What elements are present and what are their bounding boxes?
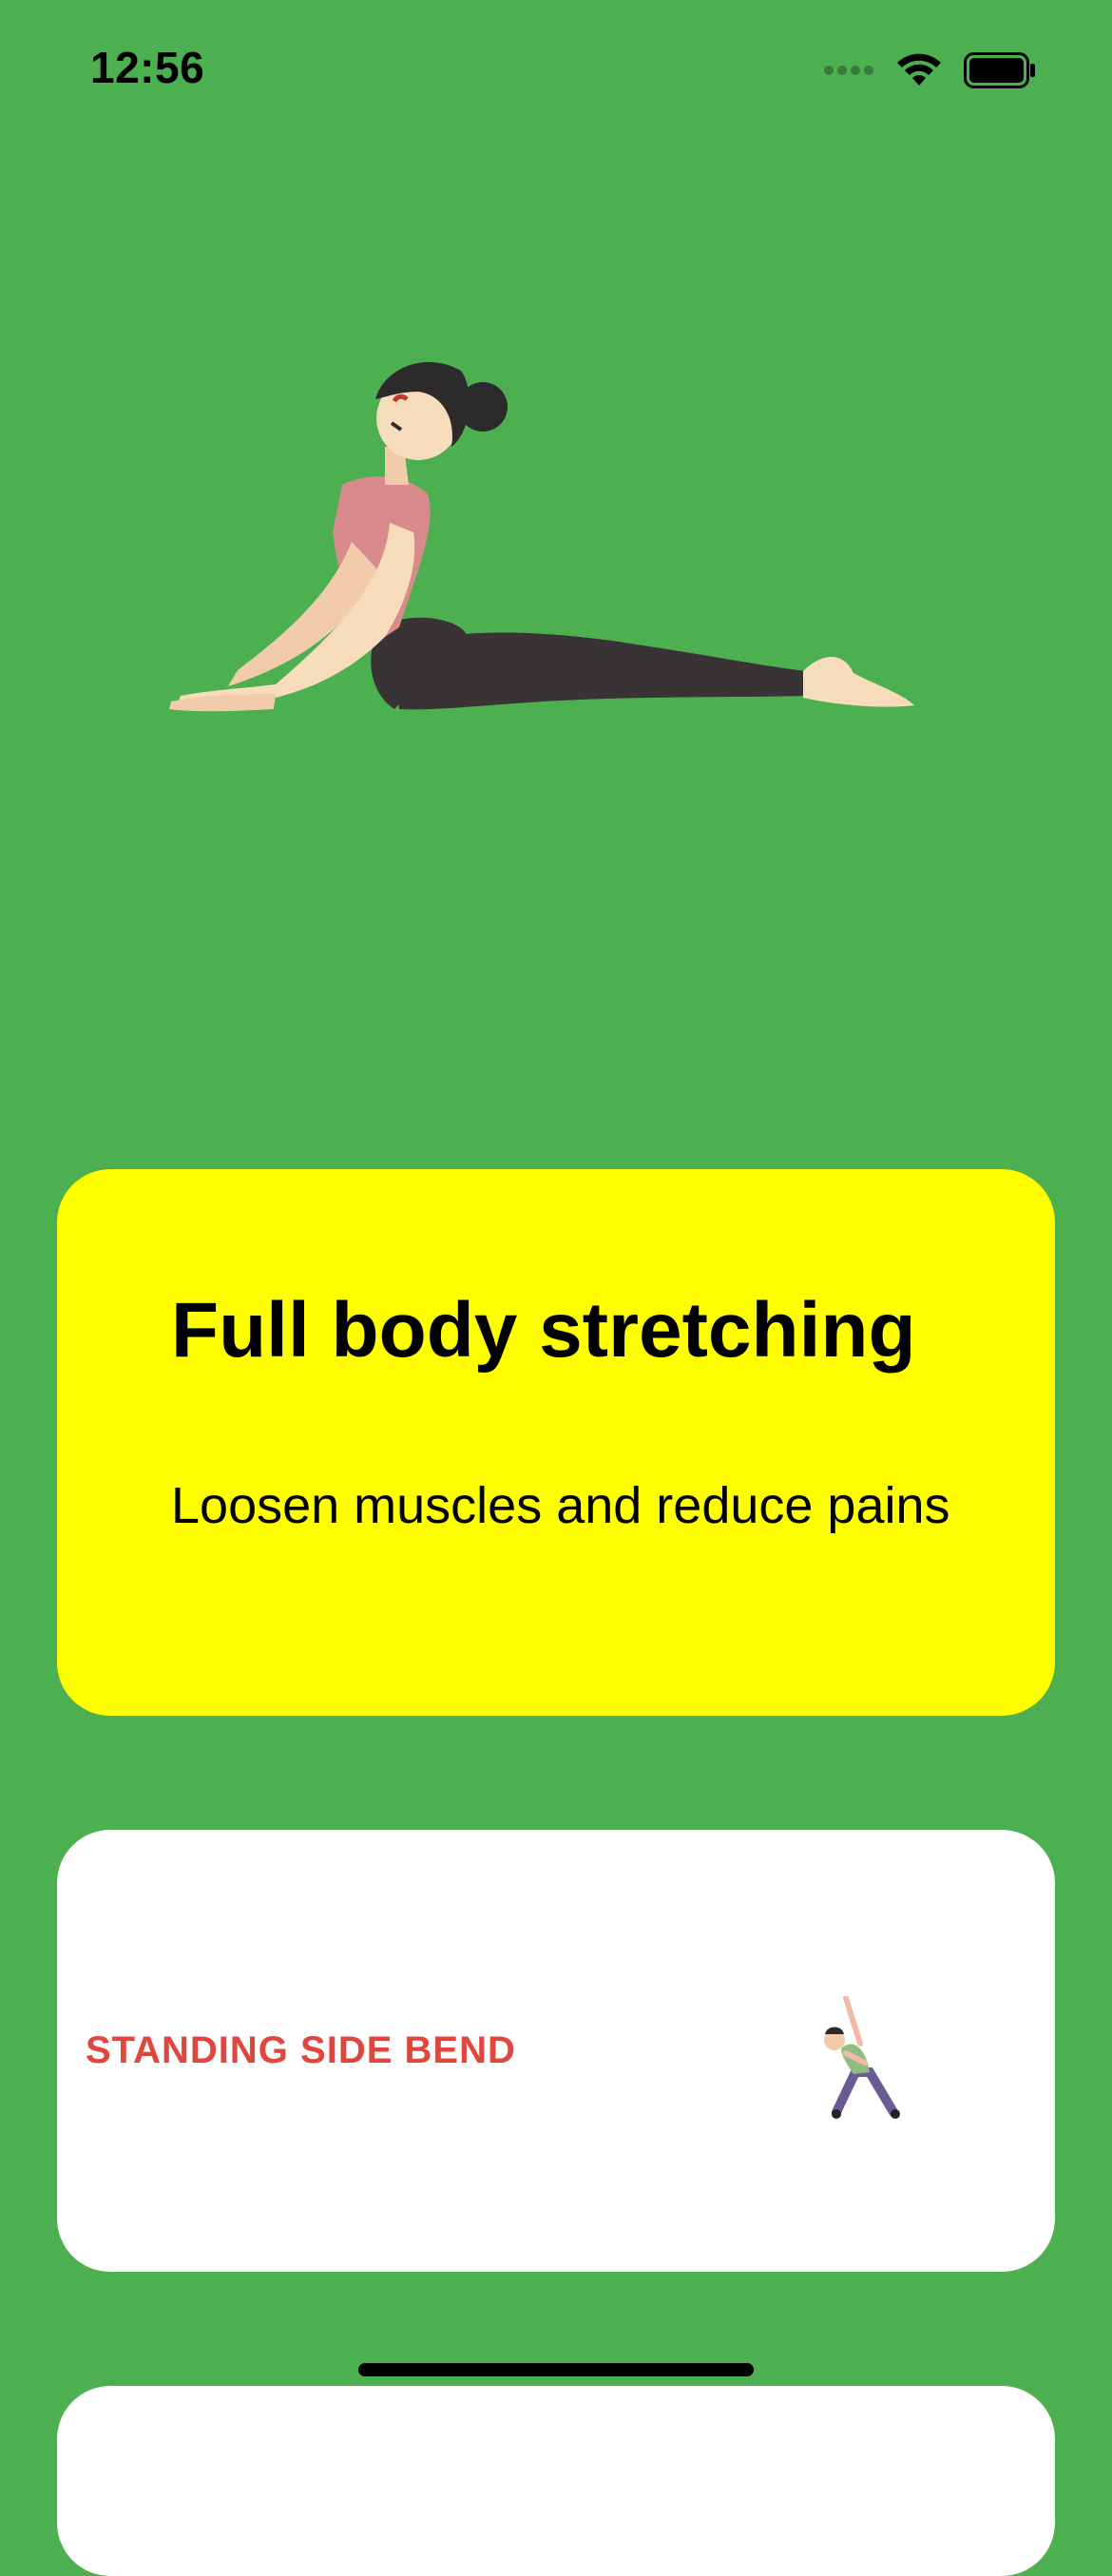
wifi-icon (897, 53, 941, 86)
exercise-label: STANDING SIDE BEND (86, 2029, 516, 2071)
signal-icon (824, 66, 873, 75)
status-time: 12:56 (90, 43, 205, 92)
exercise-card-next[interactable] (57, 2386, 1055, 2576)
battery-icon (964, 52, 1035, 88)
status-icons (823, 49, 1036, 91)
status-bar: 12:56 (0, 0, 1112, 143)
cobra-pose-illustration (169, 362, 914, 712)
side-bend-illustration (824, 1996, 900, 2119)
exercise-card[interactable]: STANDING SIDE BEND (57, 1830, 1055, 2272)
home-indicator[interactable] (358, 2363, 754, 2376)
feature-card[interactable]: Full body stretching Loosen muscles and … (57, 1169, 1055, 1716)
feature-title: Full body stretching (171, 1287, 916, 1374)
feature-subtitle: Loosen muscles and reduce pains (171, 1477, 950, 1534)
